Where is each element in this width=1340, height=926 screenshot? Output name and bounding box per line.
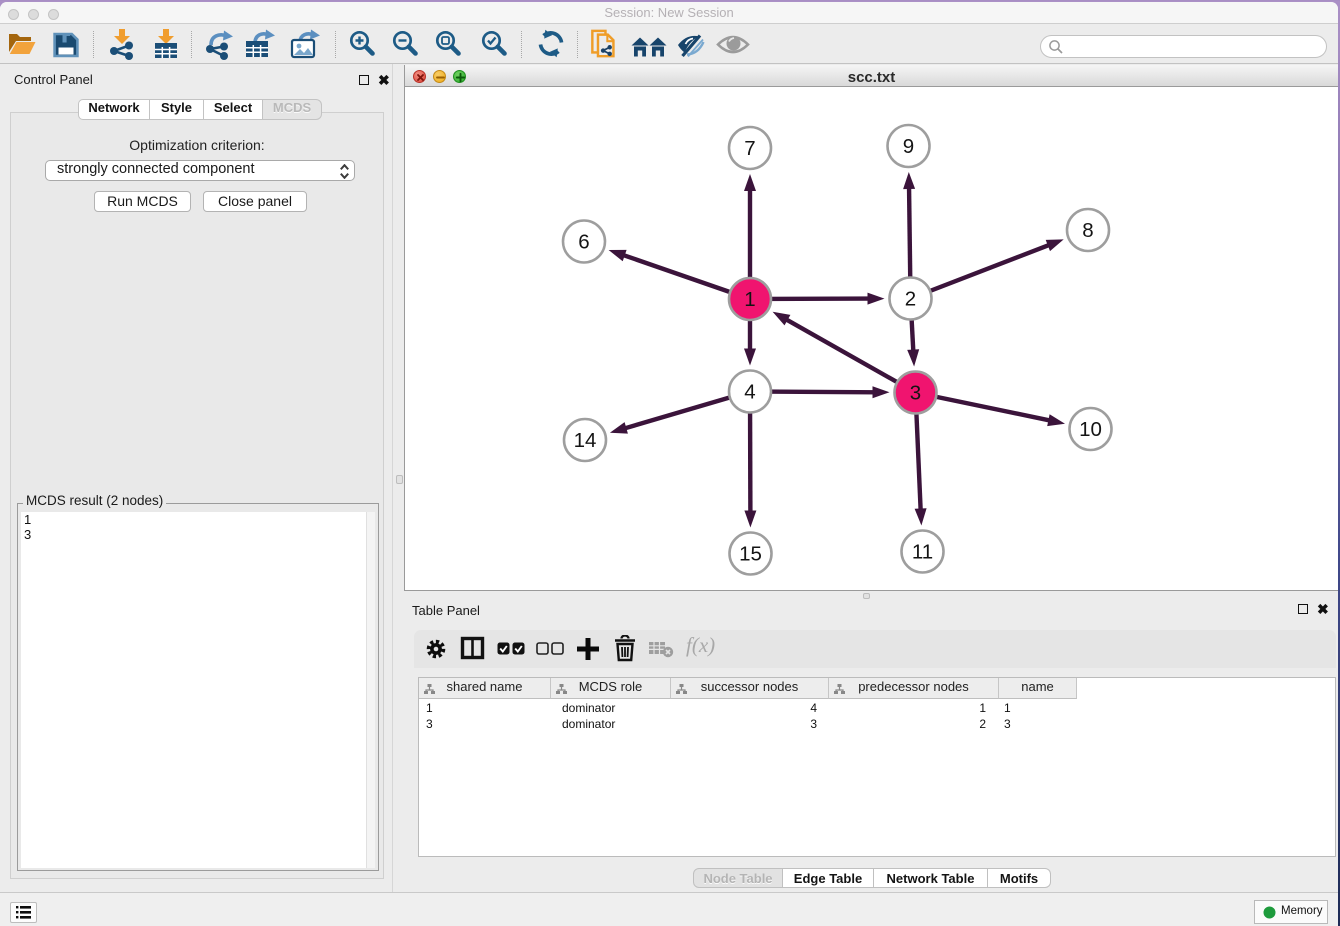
svg-text:9: 9 (903, 135, 914, 158)
svg-text:8: 8 (1082, 219, 1093, 242)
svg-text:2: 2 (905, 288, 916, 311)
svg-text:3: 3 (910, 382, 921, 405)
svg-text:11: 11 (912, 541, 933, 564)
svg-text:15: 15 (739, 543, 762, 566)
svg-text:4: 4 (744, 381, 755, 404)
svg-text:7: 7 (744, 137, 755, 160)
svg-text:10: 10 (1079, 418, 1102, 441)
svg-text:6: 6 (578, 231, 589, 254)
svg-text:1: 1 (744, 288, 755, 311)
svg-text:14: 14 (574, 429, 597, 452)
